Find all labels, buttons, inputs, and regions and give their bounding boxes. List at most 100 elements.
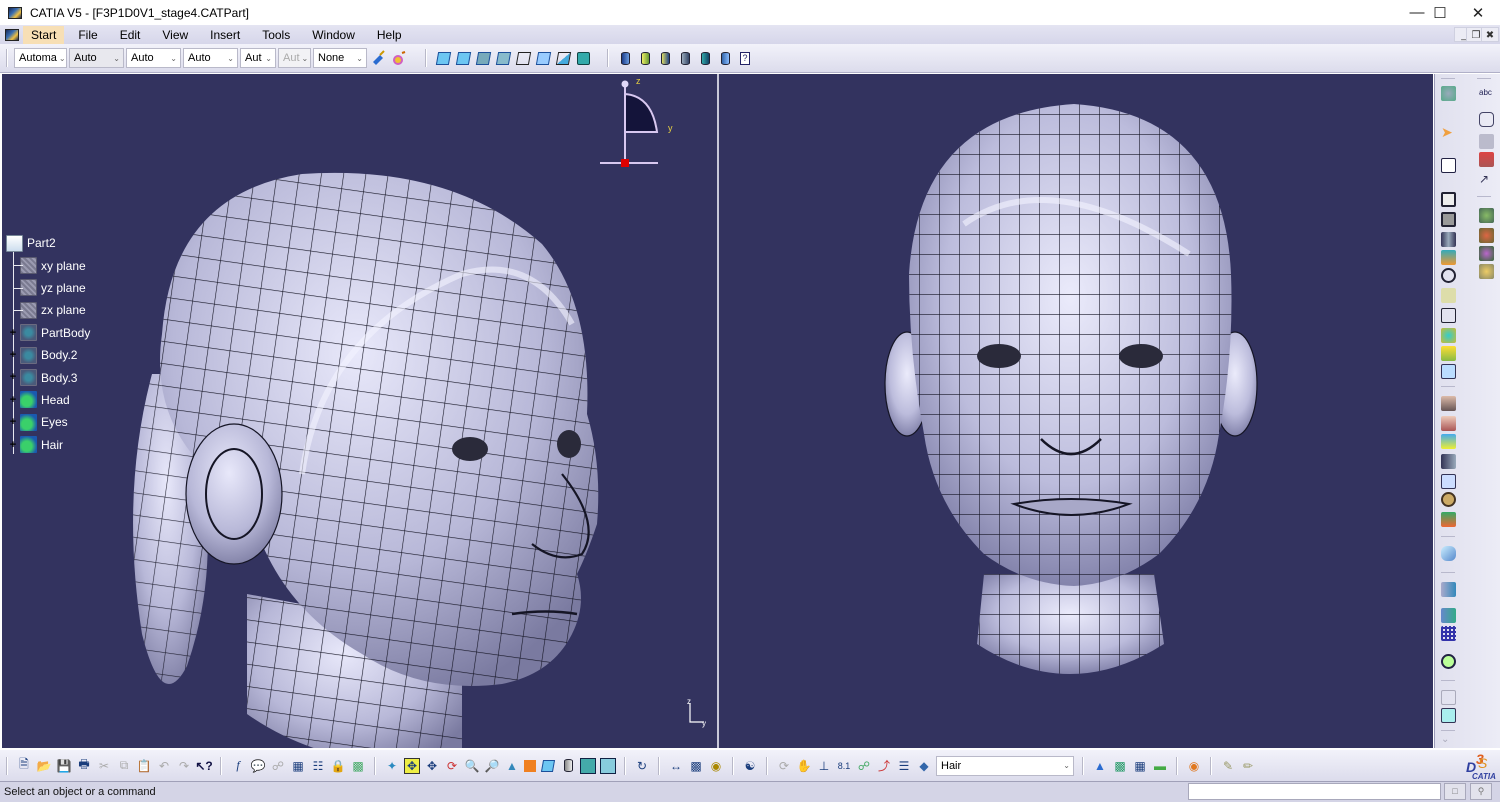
- constraint-icon[interactable]: [1441, 582, 1456, 597]
- more-chevron-icon[interactable]: ⌄: [1441, 734, 1456, 749]
- point-symbol-combo[interactable]: Aut ⌄: [240, 48, 276, 68]
- spin-icon[interactable]: ⟳: [776, 758, 792, 774]
- tree-node-xy-plane[interactable]: xy plane: [6, 254, 90, 276]
- painter-icon[interactable]: [370, 49, 388, 67]
- curvature-analysis-icon[interactable]: [636, 49, 654, 67]
- toolbar-grip[interactable]: [1176, 756, 1178, 775]
- paste-icon[interactable]: 📋: [136, 758, 152, 774]
- surfacic-analysis-icon[interactable]: [656, 49, 674, 67]
- draft-analysis-icon[interactable]: [616, 49, 634, 67]
- mirror-icon[interactable]: [1441, 512, 1456, 527]
- view-mode-dialog-icon[interactable]: [574, 49, 592, 67]
- hole-icon[interactable]: [1441, 268, 1456, 283]
- pad-icon[interactable]: [1441, 192, 1456, 207]
- measure-icon[interactable]: [1441, 608, 1456, 623]
- thick-surface-icon[interactable]: [1441, 364, 1456, 379]
- expand-icon[interactable]: +: [8, 372, 18, 383]
- select-arrow-icon[interactable]: ➤: [1441, 124, 1456, 140]
- stamp-icon[interactable]: [1479, 152, 1494, 167]
- porcupine-icon[interactable]: [676, 49, 694, 67]
- toolbar-grip[interactable]: [374, 756, 376, 775]
- comment-icon[interactable]: 💬: [250, 758, 266, 774]
- menu-start[interactable]: Start: [23, 25, 65, 44]
- menu-insert[interactable]: Insert: [202, 26, 248, 44]
- undo-icon[interactable]: ↶: [156, 758, 172, 774]
- fillet-icon[interactable]: [1441, 546, 1456, 561]
- dimension-icon[interactable]: ↗: [1479, 172, 1494, 187]
- distribution-icon[interactable]: ▦: [1132, 758, 1148, 774]
- pattern-icon[interactable]: [1441, 626, 1456, 641]
- expand-icon[interactable]: +: [8, 349, 18, 360]
- distance-analysis-icon[interactable]: [716, 49, 734, 67]
- toolbar-grip[interactable]: [766, 756, 768, 775]
- insert-body-icon[interactable]: ▲: [1092, 758, 1108, 774]
- expand-icon[interactable]: +: [8, 394, 18, 405]
- cut-icon[interactable]: ✂: [96, 758, 112, 774]
- catalog-browser-icon[interactable]: ☯: [742, 758, 758, 774]
- table-icon[interactable]: ▦: [290, 758, 306, 774]
- help-icon[interactable]: ?: [736, 49, 754, 67]
- tree-node-hair[interactable]: + Hair: [6, 434, 90, 456]
- multi-view-icon[interactable]: [524, 759, 536, 772]
- update-icon[interactable]: ↻: [634, 758, 650, 774]
- wireframe-icon[interactable]: [514, 49, 532, 67]
- shading-icon[interactable]: [434, 49, 452, 67]
- manipulate-icon[interactable]: ✋: [796, 758, 812, 774]
- shading-with-edges-icon[interactable]: [454, 49, 472, 67]
- toolbar-grip[interactable]: [1082, 756, 1084, 775]
- current-set-combo[interactable]: Hair ⌄: [936, 755, 1074, 776]
- toolbar-grip[interactable]: [732, 756, 734, 775]
- formula-icon[interactable]: f: [230, 758, 246, 774]
- expand-icon[interactable]: +: [8, 439, 18, 450]
- transparency-combo[interactable]: Auto ⌄: [69, 48, 124, 68]
- tree-node-eyes[interactable]: + Eyes: [6, 411, 90, 433]
- tree-node-yz-plane[interactable]: yz plane: [6, 277, 90, 299]
- shading-edges-hidden-icon[interactable]: [494, 49, 512, 67]
- catalog-yellow-icon[interactable]: [1479, 264, 1494, 279]
- rotate-icon[interactable]: [1441, 492, 1456, 507]
- menu-window[interactable]: Window: [304, 26, 363, 44]
- add-icon[interactable]: [1441, 416, 1456, 431]
- rotate-view-icon[interactable]: ⟳: [444, 758, 460, 774]
- sketcher-icon[interactable]: [1441, 158, 1456, 173]
- command-input[interactable]: [1188, 783, 1441, 800]
- open-icon[interactable]: 📂: [36, 758, 52, 774]
- exit-workbench-icon[interactable]: [1441, 86, 1456, 101]
- scaling-icon[interactable]: [1441, 654, 1456, 669]
- color-combo[interactable]: Automa ⌄: [14, 48, 67, 68]
- knowledge-icon[interactable]: ☍: [270, 758, 286, 774]
- parameters-icon[interactable]: ☷: [310, 758, 326, 774]
- properties-icon[interactable]: [390, 49, 408, 67]
- tolerance-icon[interactable]: 8.1: [836, 758, 852, 774]
- fly-icon[interactable]: ✦: [384, 758, 400, 774]
- annotation-text-icon[interactable]: abc: [1479, 88, 1494, 103]
- remove-icon[interactable]: [1441, 434, 1456, 449]
- list-icon[interactable]: ☰: [896, 758, 912, 774]
- compass[interactable]: z y: [592, 76, 682, 171]
- work-on-support-icon[interactable]: ☍: [856, 758, 872, 774]
- customize-view-icon[interactable]: [554, 49, 572, 67]
- apply-material-icon[interactable]: [1441, 708, 1456, 723]
- face-icon[interactable]: ▩: [1112, 758, 1128, 774]
- menu-edit[interactable]: Edit: [112, 26, 149, 44]
- measure-item-icon[interactable]: ▩: [688, 758, 704, 774]
- layer-combo[interactable]: None ⌄: [313, 48, 367, 68]
- left-viewport[interactable]: Part2 xy plane yz plane zx plane + PartB…: [2, 74, 717, 766]
- new-icon[interactable]: 🗎: [16, 757, 32, 774]
- iso-view-icon[interactable]: [540, 758, 556, 774]
- instantiate-icon[interactable]: ✎: [1220, 758, 1236, 774]
- tree-node-body-3[interactable]: + Body.3: [6, 366, 90, 388]
- head-3d-front[interactable]: [719, 74, 1433, 748]
- expand-icon[interactable]: +: [8, 417, 18, 428]
- connect-checker-icon[interactable]: [696, 49, 714, 67]
- translate-icon[interactable]: [1441, 474, 1456, 489]
- pan-icon[interactable]: ✥: [424, 758, 440, 774]
- tree-node-zx-plane[interactable]: zx plane: [6, 299, 90, 321]
- toolbar-grip[interactable]: [425, 49, 427, 67]
- datum-icon[interactable]: [1441, 690, 1456, 705]
- render-style-icon[interactable]: [560, 758, 576, 774]
- shading-edges-no-smooth-icon[interactable]: [474, 49, 492, 67]
- redo-icon[interactable]: ↷: [176, 758, 192, 774]
- toolbar-grip[interactable]: [624, 756, 626, 775]
- save-icon[interactable]: 💾: [56, 758, 72, 774]
